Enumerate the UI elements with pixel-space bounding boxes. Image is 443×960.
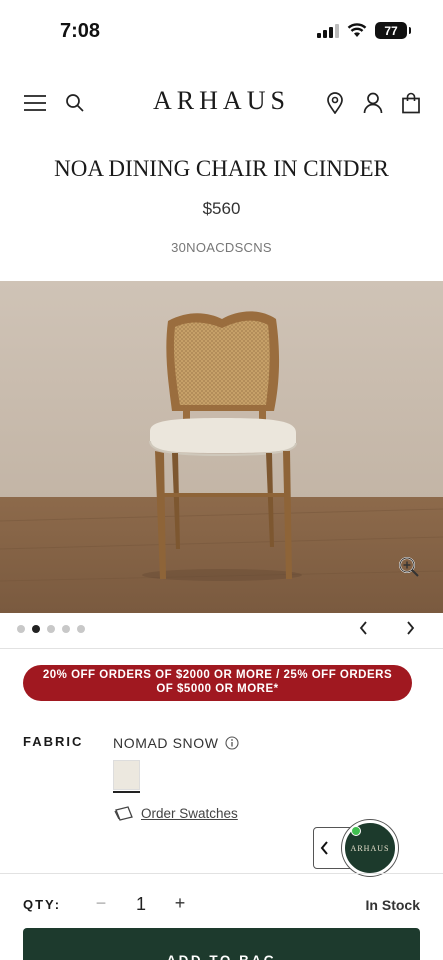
product-image[interactable] [0, 281, 443, 613]
stock-status: In Stock [365, 897, 420, 913]
chat-logo: ARHAUS [350, 843, 390, 853]
carousel-dot[interactable] [62, 625, 70, 633]
order-swatches-link[interactable]: Order Swatches [114, 805, 238, 821]
status-bar: 7:08 77 [0, 0, 443, 64]
status-time: 7:08 [60, 20, 101, 42]
quantity-decrease-button[interactable]: − [92, 893, 110, 914]
divider [0, 873, 443, 874]
carousel-nav [0, 614, 443, 644]
swatch-tag-icon [114, 806, 133, 821]
product-sku: 30NOACDSCNS [171, 240, 272, 255]
bag-icon[interactable] [398, 90, 424, 116]
chevron-left-icon [320, 841, 328, 855]
info-icon[interactable] [225, 736, 239, 750]
wifi-icon [347, 23, 367, 37]
location-icon[interactable] [322, 90, 348, 116]
fabric-label: FABRIC [23, 734, 84, 749]
product-title: NOA DINING CHAIR IN CINDER [54, 156, 389, 181]
chevron-left-icon [359, 621, 367, 635]
promo-line-1: 20% OFF ORDERS OF $2000 OR MORE / 25% OF… [42, 669, 393, 681]
quantity-value[interactable]: 1 [132, 894, 150, 915]
online-status-dot [351, 826, 361, 836]
site-header: ARHAUS [0, 80, 443, 126]
fabric-selected: NOMAD SNOW [113, 735, 239, 751]
add-to-bag-button[interactable]: ADD TO BAG [23, 928, 420, 960]
quantity-label: QTY: [23, 897, 62, 912]
prev-image-button[interactable] [354, 618, 374, 638]
fabric-selected-name: NOMAD SNOW [113, 735, 219, 751]
next-image-button[interactable] [400, 618, 420, 638]
promo-line-2: OF $5000 OR MORE* [156, 682, 279, 695]
carousel-dot[interactable] [47, 625, 55, 633]
signal-icon [317, 23, 339, 38]
account-icon[interactable] [360, 90, 386, 116]
order-swatches-label: Order Swatches [141, 805, 238, 821]
battery-indicator: 77 [375, 22, 411, 39]
carousel-dots [17, 625, 85, 633]
zoom-icon[interactable] [398, 556, 420, 578]
status-icons: 77 [317, 22, 411, 39]
carousel-dot-active[interactable] [32, 625, 40, 633]
carousel-dot[interactable] [17, 625, 25, 633]
swatch-selected-indicator [113, 791, 140, 793]
product-price: $560 [202, 199, 241, 218]
quantity-increase-button[interactable]: + [171, 893, 189, 914]
promo-banner[interactable]: 20% OFF ORDERS OF $2000 OR MORE / 25% OF… [23, 665, 412, 701]
chevron-right-icon [407, 621, 415, 635]
carousel-dot[interactable] [77, 625, 85, 633]
divider [0, 648, 443, 649]
fabric-swatch-nomad-snow[interactable] [113, 760, 140, 790]
